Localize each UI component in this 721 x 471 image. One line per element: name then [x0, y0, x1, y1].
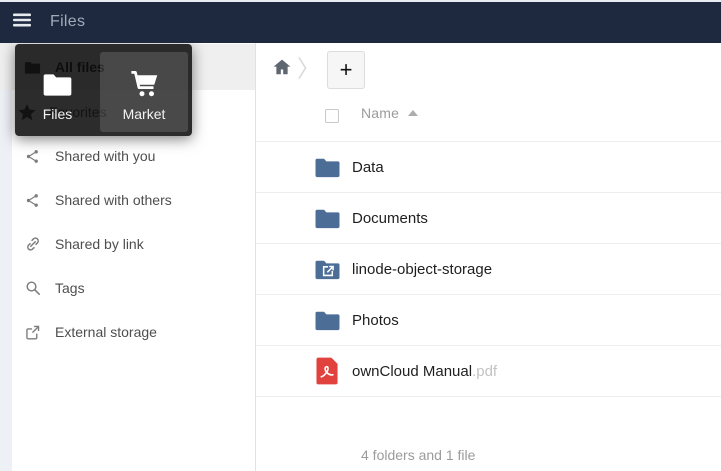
files-main-panel: + Name Data Documents linode-object-storag… — [256, 43, 721, 471]
folder-icon — [42, 52, 73, 98]
app-menu-item-label: Market — [123, 106, 166, 122]
folder-icon — [311, 202, 343, 234]
name-column-label: Name — [361, 105, 399, 121]
file-name: Photos — [352, 312, 399, 329]
cart-icon — [128, 52, 161, 98]
app-menu-item-files[interactable]: Files — [15, 52, 100, 132]
sort-ascending-icon — [408, 110, 418, 116]
hamburger-menu-button[interactable] — [0, 0, 44, 43]
home-icon — [272, 57, 292, 79]
sidebar: All filesFavoritesShared with youShared … — [0, 43, 256, 471]
sidebar-item-label: Shared by link — [55, 236, 144, 252]
top-navbar: Files — [0, 0, 721, 43]
sidebar-item-external-storage[interactable]: External storage — [0, 310, 255, 354]
folder-icon — [311, 304, 343, 336]
sidebar-item-label: Shared with others — [55, 192, 172, 208]
file-name: ownCloud Manual — [352, 363, 472, 380]
app-menu-item-market[interactable]: Market — [100, 52, 188, 132]
sidebar-item-shared-with-others[interactable]: Shared with others — [0, 178, 255, 222]
breadcrumb-home-button[interactable] — [270, 56, 294, 80]
link-icon — [22, 235, 43, 253]
search-icon — [22, 279, 43, 297]
app-switcher-menu: Files Market — [15, 44, 192, 136]
file-list: Data Documents linode-object-storage Photos… — [256, 141, 721, 397]
select-all-checkbox[interactable] — [325, 109, 339, 123]
file-name: Documents — [352, 210, 428, 227]
pdf-icon — [311, 355, 343, 387]
app-title: Files — [50, 13, 85, 31]
table-row[interactable]: Photos — [256, 295, 721, 346]
share-icon — [22, 148, 43, 165]
hamburger-icon — [13, 13, 31, 30]
file-name: linode-object-storage — [352, 261, 492, 278]
sidebar-item-label: Shared with you — [55, 148, 155, 164]
folder-icon — [311, 151, 343, 183]
file-table-header: Name — [256, 103, 721, 141]
sidebar-item-shared-with-you[interactable]: Shared with you — [0, 134, 255, 178]
file-extension: .pdf — [472, 363, 497, 380]
sidebar-item-tags[interactable]: Tags — [0, 266, 255, 310]
app-menu-item-label: Files — [43, 106, 73, 122]
file-name: Data — [352, 159, 384, 176]
table-row[interactable]: Documents — [256, 193, 721, 244]
table-row[interactable]: Data — [256, 142, 721, 193]
new-file-button[interactable]: + — [327, 51, 365, 89]
sort-by-name-header[interactable]: Name — [361, 105, 418, 121]
breadcrumb-chevron-icon — [296, 55, 308, 86]
external-storage-icon — [22, 324, 43, 341]
sidebar-item-shared-by-link[interactable]: Shared by link — [0, 222, 255, 266]
share-icon — [22, 192, 43, 209]
table-row[interactable]: ownCloud Manual.pdf — [256, 346, 721, 397]
folder-external-icon — [311, 253, 343, 285]
sidebar-item-label: External storage — [55, 324, 157, 340]
sidebar-item-label: Tags — [55, 280, 85, 296]
file-count-summary: 4 folders and 1 file — [361, 447, 475, 463]
table-row[interactable]: linode-object-storage — [256, 244, 721, 295]
